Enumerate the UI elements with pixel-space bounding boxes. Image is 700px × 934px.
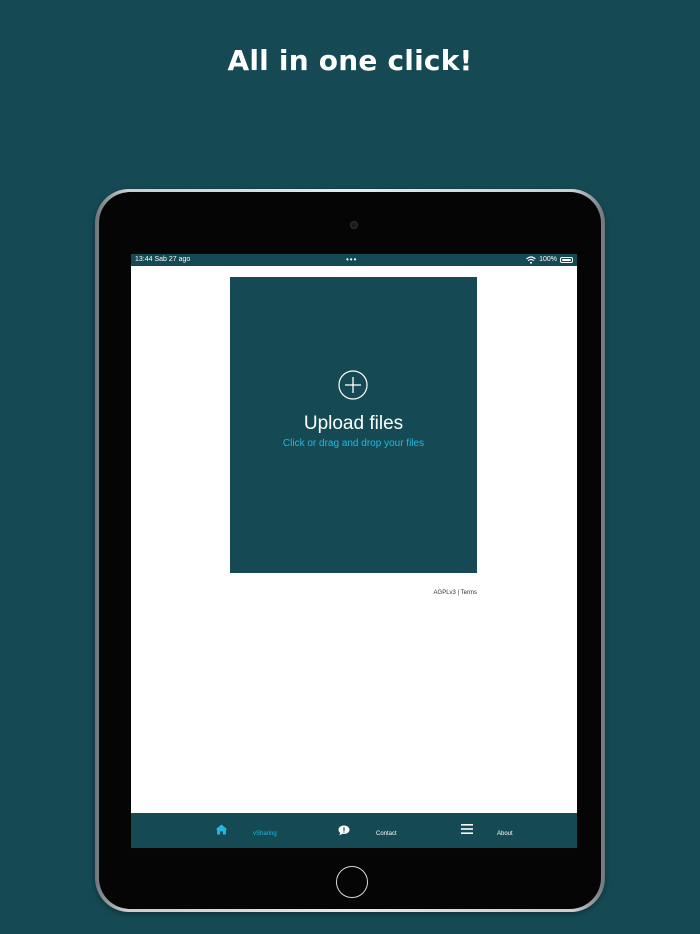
upload-subtitle: Click or drag and drop your files xyxy=(282,438,425,449)
upload-title: Upload files xyxy=(303,413,404,434)
app-screen: 13:44 Sab 27 ago ••• 100% Upload files C… xyxy=(131,254,577,848)
tab-contact[interactable]: Contact xyxy=(337,813,417,848)
tab-about[interactable]: About xyxy=(460,813,540,848)
wifi-icon xyxy=(526,256,536,264)
tab-label-contact: Contact xyxy=(376,831,397,837)
upload-dropzone[interactable]: Upload files Click or drag and drop your… xyxy=(230,277,477,573)
tab-label-about: About xyxy=(497,831,513,837)
home-icon xyxy=(215,824,228,835)
status-right: 100% xyxy=(526,254,573,266)
tab-vsharing[interactable]: vSharing xyxy=(213,813,293,848)
status-time: 13:44 Sab 27 ago xyxy=(135,256,191,263)
ipad-bezel: 13:44 Sab 27 ago ••• 100% Upload files C… xyxy=(99,192,601,909)
tab-bar: vSharing Contact About xyxy=(131,813,577,848)
chat-icon xyxy=(338,825,350,836)
tab-label-vsharing: vSharing xyxy=(253,831,277,837)
battery-percent: 100% xyxy=(539,256,557,263)
multitask-dots[interactable]: ••• xyxy=(346,254,357,265)
menu-icon xyxy=(461,824,473,834)
headline: All in one click! xyxy=(227,44,473,77)
status-bar: 13:44 Sab 27 ago ••• 100% xyxy=(131,254,577,266)
home-button[interactable] xyxy=(336,866,368,898)
ipad-frame: 13:44 Sab 27 ago ••• 100% Upload files C… xyxy=(95,189,605,912)
camera-icon xyxy=(350,221,358,229)
footer-links[interactable]: AGPLv3 | Terms xyxy=(434,590,477,596)
plus-circle-icon[interactable] xyxy=(338,370,368,400)
battery-icon xyxy=(560,257,573,263)
